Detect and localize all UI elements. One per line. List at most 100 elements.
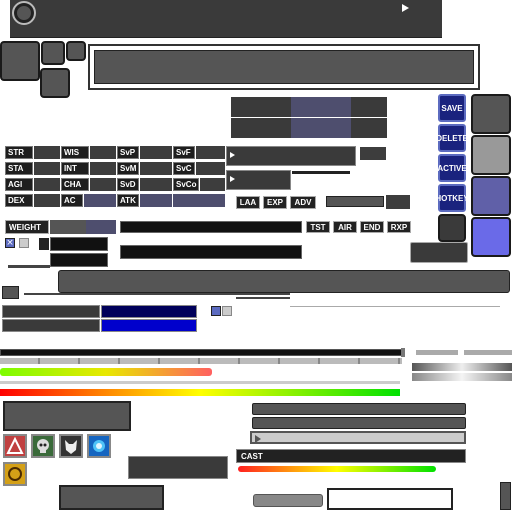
small-square-dark	[39, 238, 49, 250]
long-black-bar-1	[120, 221, 302, 233]
stats-row-3: AGI CHA SvD SvCo	[5, 178, 225, 191]
stat-cha-value	[90, 178, 116, 191]
dark-slot-button[interactable]	[438, 214, 466, 242]
thin-line	[8, 265, 50, 268]
hp-bar-bottom	[2, 319, 100, 332]
tab-exp[interactable]: EXP	[263, 196, 287, 209]
stat-sta-label: STA	[5, 162, 33, 175]
weight-label: WEIGHT	[5, 220, 49, 234]
progress-end-box	[386, 195, 410, 209]
stat-str-value	[34, 146, 60, 159]
divider-line-1	[24, 293, 290, 295]
swatch-light-gray[interactable]	[471, 135, 511, 175]
hotkey-button[interactable]: HOTKEY	[435, 184, 469, 212]
wolf-icon[interactable]	[59, 434, 83, 458]
cast-gradient-bar	[238, 466, 436, 472]
active-button[interactable]: ACTIVE	[437, 154, 467, 182]
lower-panel-medium	[128, 456, 228, 479]
stats-row-4: DEX AC ATK	[5, 194, 225, 207]
stat-svp-label: SvP	[117, 146, 139, 159]
stat-svco-value	[200, 178, 225, 191]
stat-svco-label: SvCo	[173, 178, 199, 191]
stat-atk-label: ATK	[117, 194, 139, 207]
text-input-box[interactable]	[327, 488, 453, 510]
swatch-dark-gray[interactable]	[471, 94, 511, 134]
tab-adv[interactable]: ADV	[290, 196, 316, 209]
blue-orb-icon[interactable]	[87, 434, 111, 458]
small-corner-box	[2, 286, 19, 299]
tag-rxp[interactable]: RXP	[387, 221, 411, 233]
stats-row-2: STA INT SvM SvC	[5, 162, 225, 175]
cast-scrubber[interactable]	[250, 431, 466, 444]
hotkey-label: HOTKEY	[435, 193, 469, 203]
stat-sta-value	[34, 162, 60, 175]
dropdown-field-1[interactable]	[226, 146, 356, 166]
rounded-gray-button[interactable]	[253, 494, 323, 507]
red-green-gradient-bar	[0, 389, 400, 396]
slot-square-large[interactable]	[0, 41, 40, 81]
thin-gray-bar-2	[464, 350, 512, 355]
scroll-handle[interactable]	[500, 482, 511, 510]
mini-toggle-off[interactable]	[222, 306, 232, 316]
dark-button-right[interactable]	[410, 242, 468, 263]
info-bar-top	[231, 97, 387, 117]
tag-rxp-label: RXP	[390, 222, 408, 232]
small-dark-box	[360, 147, 386, 160]
skull-icon[interactable]	[31, 434, 55, 458]
slot-square-medium[interactable]	[40, 68, 70, 98]
silver-bar-2	[412, 373, 512, 381]
dropdown-field-2[interactable]	[226, 170, 291, 190]
top-title-bar	[10, 0, 442, 38]
stat-svd-value	[140, 178, 172, 191]
silver-bar-1	[412, 363, 512, 371]
stat-svm-value	[140, 162, 172, 175]
stat-dex-value	[34, 194, 60, 207]
ring-icon[interactable]	[3, 462, 27, 486]
cast-bar: CAST	[236, 449, 466, 463]
tag-air-label: AIR	[338, 222, 352, 232]
slot-square-small-2[interactable]	[66, 41, 86, 61]
claw-icon[interactable]	[3, 434, 27, 458]
mana-bar-top	[101, 305, 197, 318]
slot-square-small-1[interactable]	[41, 41, 65, 65]
tag-tst[interactable]: TST	[306, 221, 330, 233]
delete-button[interactable]: DELETE	[436, 124, 468, 152]
swatch-slate-blue[interactable]	[471, 176, 511, 216]
active-label: ACTIVE	[437, 163, 467, 173]
segmented-track	[0, 358, 402, 364]
tag-air[interactable]: AIR	[333, 221, 357, 233]
checkbox-unchecked[interactable]	[19, 238, 29, 248]
save-button[interactable]: SAVE	[438, 94, 466, 122]
thin-gray-bar-1	[416, 350, 458, 355]
lower-panel-bottom	[59, 485, 164, 510]
stats-row-1: STR WIS SvP SvF	[5, 146, 225, 159]
mini-toggle-on[interactable]	[211, 306, 221, 316]
stat-wis-label: WIS	[61, 146, 89, 159]
dark-field-2	[50, 253, 108, 267]
tag-tst-label: TST	[310, 222, 326, 232]
stat-agi-label: AGI	[5, 178, 33, 191]
stats-grid: STR WIS SvP SvF STA INT SvM SvC AGI CHA …	[5, 146, 225, 208]
stat-str-label: STR	[5, 146, 33, 159]
circle-knob-icon[interactable]	[12, 1, 36, 25]
weight-label-text: WEIGHT	[9, 222, 41, 232]
wide-panel	[58, 270, 510, 293]
stat-svc-value	[196, 162, 225, 175]
stat-svd-label: SvD	[117, 178, 139, 191]
checkbox-checked[interactable]: ×	[5, 238, 15, 248]
cast-label: CAST	[241, 452, 263, 461]
hp-bar-top	[2, 305, 100, 318]
swatch-bright-blue[interactable]	[471, 217, 511, 257]
dark-field-1	[50, 237, 108, 251]
stat-atk-value	[140, 194, 172, 207]
tab-laa[interactable]: LAA	[236, 196, 260, 209]
weight-value-bar	[50, 220, 116, 234]
delete-label: DELETE	[436, 133, 468, 143]
stat-int-value	[90, 162, 116, 175]
cast-track-2	[252, 417, 466, 429]
tag-end[interactable]: END	[360, 221, 384, 233]
tab-adv-label: ADV	[294, 198, 312, 207]
long-progress-slider-end[interactable]	[401, 348, 405, 357]
stat-dex-label: DEX	[5, 194, 33, 207]
play-arrow-icon[interactable]	[402, 4, 409, 12]
